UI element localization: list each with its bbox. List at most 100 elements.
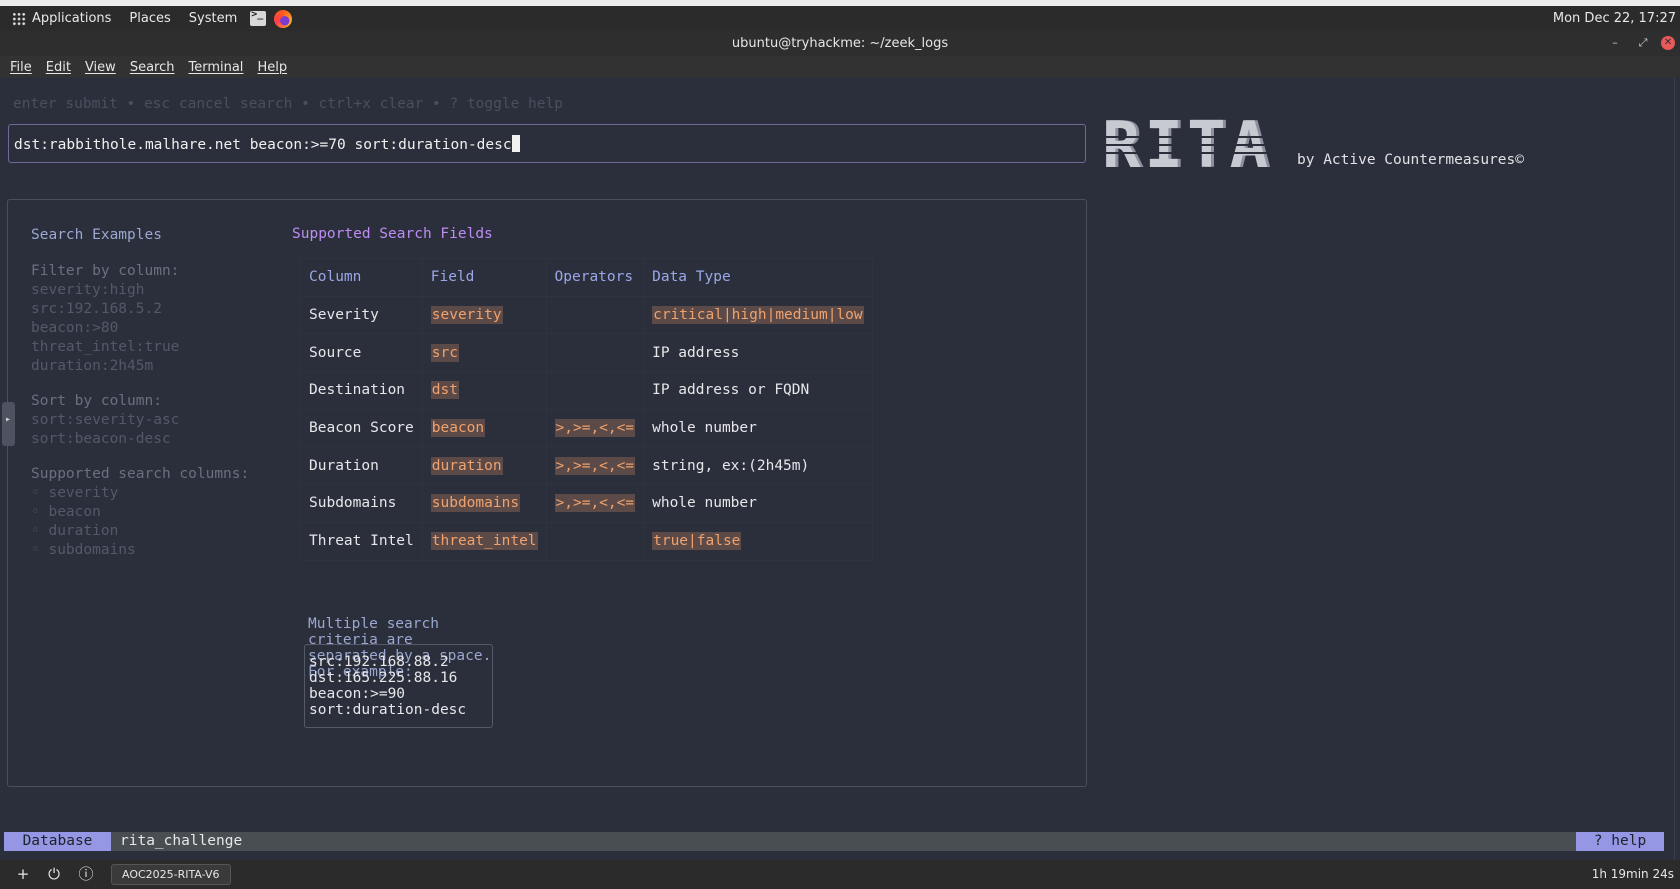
- field-cell-text: threat_intel: [430, 532, 538, 551]
- column-cell: Duration: [300, 446, 423, 486]
- type-cell-text: whole number: [652, 495, 757, 512]
- window-title: ubuntu@tryhackme: ~/zeek_logs: [731, 36, 949, 51]
- type-cell: whole number: [643, 408, 873, 448]
- example-item: duration:2h45m: [31, 358, 154, 374]
- table-row: Subdomains subdomains >,>=,<,<= whole numbe…: [300, 484, 873, 523]
- taskbar-item[interactable]: AOC2025-RITA-V6: [111, 864, 231, 885]
- column-cell-text: Duration: [309, 457, 379, 474]
- col-header: Field: [421, 258, 547, 297]
- keybind-hint: enter submit • esc cancel search • ctrl+…: [13, 96, 563, 112]
- status-label: Database: [4, 832, 111, 851]
- help-panel: Search Examples Filter by column: severi…: [7, 199, 1087, 787]
- rita-logo: RITA: [1102, 109, 1273, 183]
- field-cell: beacon: [421, 408, 547, 448]
- operators-cell-text: >,>=,<,<=: [554, 419, 636, 438]
- table-header-row: Column Field Operators Data Type: [300, 258, 873, 297]
- field-cell: src: [421, 333, 547, 373]
- menu-edit[interactable]: Edit: [39, 60, 78, 75]
- menu-file[interactable]: File: [3, 60, 39, 75]
- firefox-icon[interactable]: [274, 9, 293, 28]
- terminal-launcher-icon[interactable]: [250, 9, 267, 26]
- type-cell-text: IP address or FQDN: [652, 382, 810, 399]
- column-cell-text: Destination: [309, 382, 406, 399]
- menu-places[interactable]: Places: [120, 6, 179, 31]
- field-cell-text: duration: [430, 456, 503, 475]
- column-cell: Severity: [300, 295, 423, 335]
- type-cell: string, ex:(2h45m): [643, 446, 873, 486]
- fields-title: Supported Search Fields: [292, 226, 493, 242]
- menu-search[interactable]: Search: [123, 60, 182, 75]
- menu-view[interactable]: View: [78, 60, 123, 75]
- field-cell: severity: [421, 295, 547, 335]
- operators-cell: [545, 371, 645, 410]
- operators-cell: >,>=,<,<=: [545, 408, 645, 448]
- table-row: Source src IP address: [300, 333, 873, 373]
- type-cell: IP address or FQDN: [643, 371, 873, 410]
- search-input[interactable]: dst:rabbithole.malhare.net beacon:>=70 s…: [8, 124, 1086, 163]
- example-item: threat_intel:true: [31, 339, 180, 355]
- fields-table: Column Field Operators Data Type Severit…: [300, 258, 873, 561]
- side-expand-handle[interactable]: [2, 402, 15, 446]
- table-row: Threat Intel threat_intel true|false: [300, 521, 873, 561]
- example-item: sort:beacon-desc: [31, 431, 171, 447]
- help-toggle[interactable]: ? help: [1576, 832, 1664, 851]
- col-header: Column: [300, 258, 423, 297]
- column-cell-text: Severity: [309, 307, 379, 324]
- operators-cell: [545, 333, 645, 373]
- type-cell: true|false: [643, 521, 873, 561]
- restore-icon[interactable]: ⤢: [1636, 36, 1650, 50]
- column-cell-text: Threat Intel: [309, 533, 414, 550]
- menu-system[interactable]: System: [180, 6, 246, 31]
- field-cell: subdomains: [421, 484, 547, 523]
- power-icon[interactable]: ⏻: [45, 865, 63, 883]
- terminal-scrollbar[interactable]: [1674, 78, 1680, 860]
- search-examples: Search Examples Filter by column: severi…: [31, 226, 249, 560]
- type-cell: IP address: [643, 333, 873, 373]
- field-cell-text: src: [430, 343, 459, 362]
- clock[interactable]: Mon Dec 22, 17:27: [1553, 6, 1676, 31]
- field-cell-text: beacon: [430, 419, 486, 438]
- type-cell-text: critical|high|medium|low: [652, 306, 864, 325]
- text-cursor: [511, 135, 520, 152]
- taskbar: + ⏻ ⓘ AOC2025-RITA-V6 1h 19min 24s: [0, 860, 1680, 889]
- example-item: ◦ severity: [31, 485, 119, 501]
- top-panel: Applications Places System Mon Dec 22, 1…: [0, 6, 1680, 31]
- operators-cell: >,>=,<,<=: [545, 446, 645, 486]
- example-box: src:192.168.88.2 dst:165.225.88.16 beaco…: [304, 644, 493, 728]
- terminal-body[interactable]: enter submit • esc cancel search • ctrl+…: [0, 78, 1680, 860]
- column-cell-text: Source: [309, 344, 362, 361]
- minimize-icon[interactable]: –: [1608, 36, 1622, 50]
- column-cell-text: Subdomains: [309, 495, 397, 512]
- menu-applications[interactable]: Applications: [32, 6, 120, 31]
- sort-heading: Sort by column:: [31, 393, 162, 409]
- type-cell-text: string, ex:(2h45m): [652, 457, 810, 474]
- example-item: sort:severity-asc: [31, 412, 180, 428]
- operators-cell-text: >,>=,<,<=: [554, 456, 636, 475]
- close-icon[interactable]: ✕: [1661, 36, 1675, 50]
- example-item: ◦ duration: [31, 523, 119, 539]
- operators-cell-text: >,>=,<,<=: [554, 494, 636, 513]
- add-icon[interactable]: +: [14, 865, 32, 883]
- info-icon[interactable]: ⓘ: [77, 865, 95, 883]
- database-name: rita_challenge: [120, 833, 243, 849]
- type-cell-text: true|false: [652, 532, 742, 551]
- example-item: beacon:>80: [31, 320, 119, 336]
- window-titlebar[interactable]: ubuntu@tryhackme: ~/zeek_logs – ⤢ ✕: [0, 31, 1680, 56]
- column-cell: Source: [300, 333, 423, 373]
- column-cell: Destination: [300, 371, 423, 410]
- column-cell: Threat Intel: [300, 521, 423, 561]
- apps-grid-icon[interactable]: [12, 11, 26, 26]
- col-header: Operators: [545, 258, 645, 297]
- field-cell-text: dst: [430, 381, 459, 400]
- operators-cell: [545, 521, 645, 561]
- menu-terminal[interactable]: Terminal: [181, 60, 250, 75]
- field-cell: threat_intel: [421, 521, 547, 561]
- table-row: Severity severity critical|high|medium|low: [300, 295, 873, 335]
- search-input-value: dst:rabbithole.malhare.net beacon:>=70 s…: [14, 137, 512, 153]
- column-cell: Subdomains: [300, 484, 423, 523]
- menu-help[interactable]: Help: [250, 60, 294, 75]
- uptime: 1h 19min 24s: [1591, 867, 1674, 881]
- terminal-menubar: File Edit View Search Terminal Help: [0, 56, 1680, 78]
- columns-heading: Supported search columns:: [31, 466, 250, 482]
- col-header: Data Type: [643, 258, 873, 297]
